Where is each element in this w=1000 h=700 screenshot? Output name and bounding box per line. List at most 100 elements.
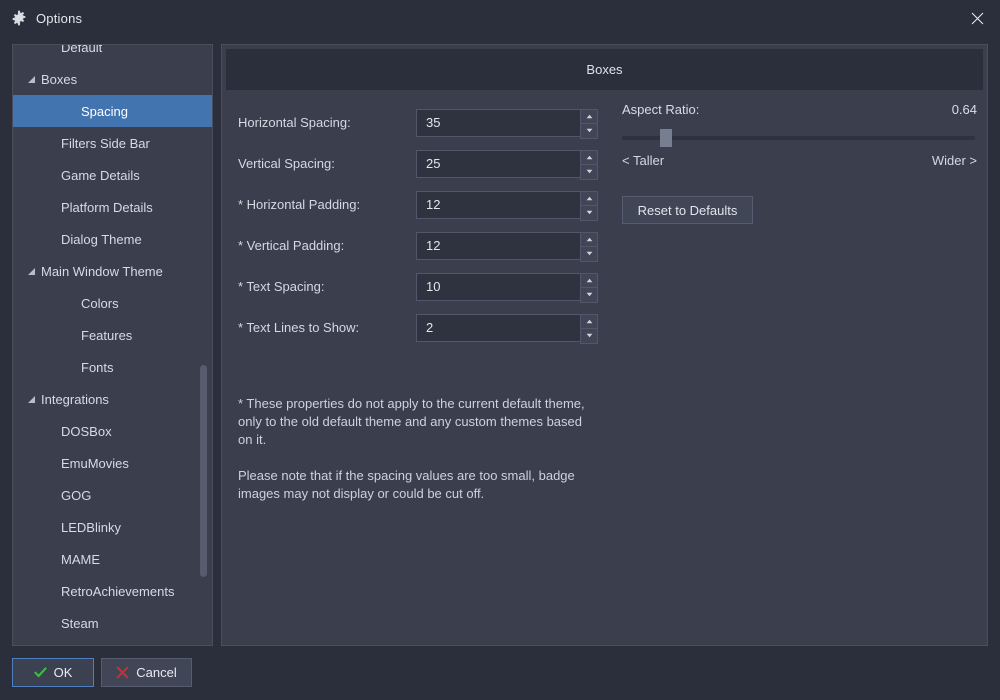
titlebar: Options bbox=[0, 0, 1000, 36]
stepper-up-button[interactable] bbox=[580, 108, 598, 124]
stepper-down-button[interactable] bbox=[580, 247, 598, 262]
numeric-stepper[interactable]: 35 bbox=[416, 108, 598, 139]
sidebar-item-steam[interactable]: Steam bbox=[13, 607, 212, 639]
stepper-buttons bbox=[580, 190, 598, 221]
field-label: Vertical Spacing: bbox=[238, 156, 335, 171]
window-title: Options bbox=[36, 10, 83, 26]
gear-icon bbox=[10, 9, 28, 27]
main-panel: Boxes Horizontal Spacing: 35 Vertical Spac… bbox=[221, 44, 988, 646]
stepper-up-button[interactable] bbox=[580, 272, 598, 288]
stepper-value[interactable]: 10 bbox=[417, 279, 440, 294]
sidebar-item-label: EmuMovies bbox=[61, 455, 129, 471]
slider-track[interactable] bbox=[622, 136, 975, 140]
sidebar-item-label: Main Window Theme bbox=[41, 263, 163, 279]
settings-form: Horizontal Spacing: 35 Vertical Spacing: 25… bbox=[238, 102, 598, 348]
sidebar-item-dosbox[interactable]: DOSBox bbox=[13, 415, 212, 447]
stepper-value[interactable]: 12 bbox=[417, 197, 440, 212]
slider-label-taller: < Taller bbox=[622, 153, 665, 168]
numeric-stepper[interactable]: 12 bbox=[416, 231, 598, 262]
sidebar-item-main-window-theme[interactable]: Main Window Theme bbox=[13, 255, 212, 287]
cancel-button-label: Cancel bbox=[136, 665, 177, 680]
sidebar-item-filters-side-bar[interactable]: Filters Side Bar bbox=[13, 127, 212, 159]
note-text: * These properties do not apply to the c… bbox=[238, 396, 585, 447]
settings-tree[interactable]: Default Boxes Spacing Filters Side Bar Game … bbox=[12, 44, 213, 646]
sidebar-item-retroachievements[interactable]: RetroAchievements bbox=[13, 575, 212, 607]
sidebar-item-dialog-theme[interactable]: Dialog Theme bbox=[13, 223, 212, 255]
field-label: * Text Spacing: bbox=[238, 279, 325, 294]
sidebar-item-game-details[interactable]: Game Details bbox=[13, 159, 212, 191]
stepper-down-button[interactable] bbox=[580, 329, 598, 344]
sidebar-item-label: Spacing bbox=[81, 103, 128, 119]
form-row: * Horizontal Padding: 12 bbox=[238, 184, 598, 225]
x-icon bbox=[116, 666, 129, 679]
stepper-value[interactable]: 25 bbox=[417, 156, 440, 171]
field-label: * Horizontal Padding: bbox=[238, 197, 361, 212]
ok-button-label: OK bbox=[53, 665, 73, 680]
stepper-up-button[interactable] bbox=[580, 231, 598, 247]
sidebar-item-platform-details[interactable]: Platform Details bbox=[13, 191, 212, 223]
stepper-up-button[interactable] bbox=[580, 149, 598, 165]
numeric-stepper[interactable]: 25 bbox=[416, 149, 598, 180]
sidebar-item-mame[interactable]: MAME bbox=[13, 543, 212, 575]
sidebar-scrollbar-thumb[interactable] bbox=[200, 365, 207, 577]
sidebar-item-label: Dialog Theme bbox=[61, 231, 142, 247]
reset-to-defaults-button[interactable]: Reset to Defaults bbox=[622, 196, 753, 224]
numeric-stepper[interactable]: 12 bbox=[416, 190, 598, 221]
slider-label-wider: Wider > bbox=[931, 153, 977, 168]
expander-expanded-icon[interactable] bbox=[25, 393, 37, 405]
close-icon[interactable] bbox=[954, 0, 1000, 36]
sidebar-item-gog[interactable]: GOG bbox=[13, 479, 212, 511]
stepper-value[interactable]: 35 bbox=[417, 115, 440, 130]
sidebar-item-label: Steam bbox=[61, 615, 99, 631]
sidebar-item-label: Game Details bbox=[61, 167, 140, 183]
stepper-buttons bbox=[580, 108, 598, 139]
sidebar-item-spacing[interactable]: Spacing bbox=[13, 95, 212, 127]
sidebar-item-emumovies[interactable]: EmuMovies bbox=[13, 447, 212, 479]
form-row: * Text Spacing: 10 bbox=[238, 266, 598, 307]
sidebar-item-label: DOSBox bbox=[61, 423, 112, 439]
form-row: * Text Lines to Show: 2 bbox=[238, 307, 598, 348]
sidebar-item-label: LEDBlinky bbox=[61, 519, 121, 535]
sidebar-item-fonts[interactable]: Fonts bbox=[13, 351, 212, 383]
expander-expanded-icon[interactable] bbox=[25, 265, 37, 277]
check-icon bbox=[33, 666, 47, 679]
numeric-stepper[interactable]: 2 bbox=[416, 313, 598, 344]
stepper-down-button[interactable] bbox=[580, 288, 598, 303]
stepper-up-button[interactable] bbox=[580, 190, 598, 206]
numeric-stepper[interactable]: 10 bbox=[416, 272, 598, 303]
stepper-value[interactable]: 2 bbox=[417, 320, 433, 335]
field-label: Horizontal Spacing: bbox=[238, 115, 351, 130]
stepper-buttons bbox=[580, 272, 598, 303]
stepper-buttons bbox=[580, 231, 598, 262]
stepper-down-button[interactable] bbox=[580, 165, 598, 180]
stepper-value[interactable]: 12 bbox=[417, 238, 440, 253]
aspect-ratio-header: Aspect Ratio: 0.64 bbox=[622, 102, 977, 117]
aspect-ratio-slider[interactable] bbox=[622, 129, 977, 147]
sidebar-item-features[interactable]: Features bbox=[13, 319, 212, 351]
sidebar-item-colors[interactable]: Colors bbox=[13, 287, 212, 319]
stepper-down-button[interactable] bbox=[580, 124, 598, 139]
form-row: * Vertical Padding: 12 bbox=[238, 225, 598, 266]
sidebar-item-label: Boxes bbox=[41, 71, 78, 87]
slider-end-labels: < Taller Wider > bbox=[622, 153, 977, 168]
sidebar-scrollbar[interactable] bbox=[200, 47, 210, 643]
stepper-down-button[interactable] bbox=[580, 206, 598, 221]
aspect-ratio-value: 0.64 bbox=[951, 102, 977, 117]
notes-section: * These properties do not apply to the c… bbox=[238, 395, 590, 503]
stepper-buttons bbox=[580, 313, 598, 344]
stepper-up-button[interactable] bbox=[580, 313, 598, 329]
sidebar-item-label: Default bbox=[61, 44, 103, 55]
sidebar-item-label: Platform Details bbox=[61, 199, 153, 215]
panel-header: Boxes bbox=[226, 49, 983, 90]
sidebar-item-label: Integrations bbox=[41, 391, 109, 407]
aspect-ratio-label: Aspect Ratio: bbox=[622, 102, 700, 117]
sidebar-item-ledblinky[interactable]: LEDBlinky bbox=[13, 511, 212, 543]
sidebar-item-default[interactable]: Default bbox=[13, 44, 212, 63]
sidebar-item-boxes[interactable]: Boxes bbox=[13, 63, 212, 95]
field-label: * Text Lines to Show: bbox=[238, 320, 360, 335]
cancel-button[interactable]: Cancel bbox=[101, 658, 192, 687]
sidebar-item-integrations[interactable]: Integrations bbox=[13, 383, 212, 415]
slider-thumb[interactable] bbox=[660, 129, 672, 147]
ok-button[interactable]: OK bbox=[12, 658, 94, 687]
expander-expanded-icon[interactable] bbox=[25, 73, 37, 85]
